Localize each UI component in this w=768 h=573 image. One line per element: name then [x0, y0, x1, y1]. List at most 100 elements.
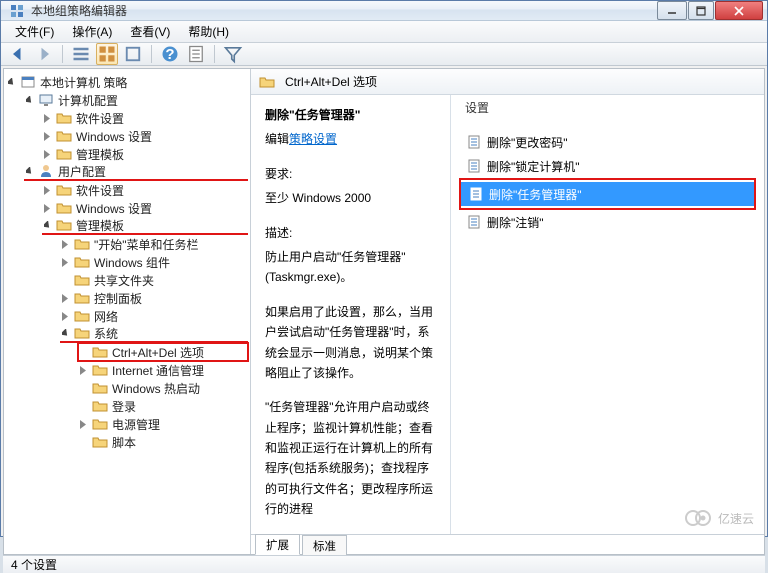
tree-root[interactable]: 本地计算机 策略: [6, 73, 248, 91]
expand-icon[interactable]: [42, 130, 54, 142]
menu-action[interactable]: 操作(A): [64, 21, 120, 42]
list-column-header[interactable]: 设置: [451, 95, 764, 122]
setting-icon: [467, 215, 481, 229]
expand-icon[interactable]: [60, 292, 72, 304]
menu-help[interactable]: 帮助(H): [180, 21, 237, 42]
list-view-button[interactable]: [96, 43, 118, 65]
expand-icon[interactable]: [42, 148, 54, 160]
folder-icon: [74, 308, 90, 324]
folder-icon: [74, 325, 90, 341]
tree-admin-templates[interactable]: 管理模板: [42, 217, 248, 235]
tree-item[interactable]: "开始"菜单和任务栏: [60, 235, 248, 253]
expand-icon[interactable]: [78, 364, 90, 376]
tree-computer-config[interactable]: 计算机配置: [24, 91, 248, 109]
expand-icon[interactable]: [24, 165, 36, 177]
details-view-button[interactable]: [70, 43, 92, 65]
tree-ctrlaltdel[interactable]: Ctrl+Alt+Del 选项: [78, 343, 248, 361]
back-button[interactable]: [7, 43, 29, 65]
tree-item[interactable]: 管理模板: [42, 145, 248, 163]
tree-item[interactable]: 控制面板: [60, 289, 248, 307]
tree-item[interactable]: 电源管理: [78, 415, 248, 433]
user-icon: [38, 163, 54, 179]
list-item[interactable]: 删除"注销": [459, 210, 756, 234]
expand-icon[interactable]: [60, 327, 72, 339]
tree-item[interactable]: Internet 通信管理: [78, 361, 248, 379]
properties-button[interactable]: [185, 43, 207, 65]
folder-icon: [259, 74, 275, 90]
expand-icon[interactable]: [42, 112, 54, 124]
expand-icon[interactable]: [78, 418, 90, 430]
tree-item[interactable]: Windows 热启动: [78, 379, 248, 397]
right-pane: Ctrl+Alt+Del 选项 删除"任务管理器" 编辑策略设置 要求: 至少 …: [251, 69, 764, 554]
menu-file[interactable]: 文件(F): [7, 21, 62, 42]
toolbar: ?: [1, 43, 767, 66]
description-text: 防止用户启动"任务管理器"(Taskmgr.exe)。: [265, 247, 436, 288]
tree-pane[interactable]: 本地计算机 策略 计算机配置 软件设置 Windows 设置: [4, 69, 251, 554]
settings-list[interactable]: 删除"更改密码" 删除"锁定计算机" 删除"任务管理器" 删除"注销": [451, 122, 764, 534]
list-item[interactable]: 删除"锁定计算机": [459, 154, 756, 178]
edit-policy-link[interactable]: 策略设置: [289, 132, 337, 146]
tree-item[interactable]: Windows 组件: [60, 253, 248, 271]
tree-item[interactable]: Windows 设置: [42, 199, 248, 217]
folder-icon: [74, 272, 90, 288]
expand-icon[interactable]: [42, 184, 54, 196]
tree-item[interactable]: 登录: [78, 397, 248, 415]
tree-item[interactable]: 网络: [60, 307, 248, 325]
filter-button[interactable]: [222, 43, 244, 65]
setting-title: 删除"任务管理器": [265, 105, 436, 125]
tree-item[interactable]: 脚本: [78, 433, 248, 451]
tree-item[interactable]: 软件设置: [42, 109, 248, 127]
folder-icon: [56, 110, 72, 126]
watermark: 亿速云: [684, 509, 754, 527]
expand-icon[interactable]: [6, 76, 18, 88]
expand-icon[interactable]: [60, 310, 72, 322]
titlebar: 本地组策略编辑器: [1, 1, 767, 21]
statusbar: 4 个设置: [3, 555, 765, 573]
content-header: Ctrl+Alt+Del 选项: [251, 69, 764, 95]
menu-view[interactable]: 查看(V): [122, 21, 178, 42]
description-text: "任务管理器"允许用户启动或终止程序；监视计算机性能；查看和监视正运行在计算机上…: [265, 397, 436, 519]
status-text: 4 个设置: [11, 556, 57, 573]
edit-label: 编辑: [265, 132, 289, 146]
help-button[interactable]: ?: [159, 43, 181, 65]
svg-text:?: ?: [165, 46, 174, 63]
folder-icon: [92, 362, 108, 378]
close-button[interactable]: [715, 1, 763, 20]
minimize-button[interactable]: [657, 1, 687, 20]
description-label: 描述:: [265, 223, 436, 243]
expand-icon[interactable]: [24, 94, 36, 106]
description-text: 如果启用了此设置，那么，当用户尝试启动"任务管理器"时，系统会显示一则消息，说明…: [265, 302, 436, 384]
app-window: 本地组策略编辑器 文件(F) 操作(A) 查看(V) 帮助(H) ?: [0, 0, 768, 537]
forward-button[interactable]: [33, 43, 55, 65]
content-title: Ctrl+Alt+Del 选项: [285, 73, 377, 90]
folder-icon: [92, 380, 108, 396]
setting-icon: [469, 187, 483, 201]
folder-icon: [92, 344, 108, 360]
icons-view-button[interactable]: [122, 43, 144, 65]
window-title: 本地组策略编辑器: [31, 2, 657, 19]
folder-icon: [56, 200, 72, 216]
requirement-value: 至少 Windows 2000: [265, 188, 436, 208]
folder-icon: [56, 146, 72, 162]
folder-icon: [74, 254, 90, 270]
description-pane: 删除"任务管理器" 编辑策略设置 要求: 至少 Windows 2000 描述:…: [251, 95, 451, 534]
window-buttons: [657, 1, 763, 20]
tree-user-config[interactable]: 用户配置: [24, 163, 248, 181]
folder-icon: [56, 182, 72, 198]
computer-icon: [38, 92, 54, 108]
maximize-button[interactable]: [688, 1, 714, 20]
menubar: 文件(F) 操作(A) 查看(V) 帮助(H): [1, 21, 767, 43]
tree-system[interactable]: 系统: [60, 325, 248, 343]
tree-item[interactable]: 共享文件夹: [60, 271, 248, 289]
list-item-selected[interactable]: 删除"任务管理器": [461, 182, 754, 206]
folder-icon: [92, 416, 108, 432]
list-item[interactable]: 删除"更改密码": [459, 130, 756, 154]
tab-standard[interactable]: 标准: [302, 535, 347, 555]
tree-item[interactable]: 软件设置: [42, 181, 248, 199]
expand-icon[interactable]: [42, 219, 54, 231]
expand-icon[interactable]: [60, 256, 72, 268]
expand-icon[interactable]: [42, 202, 54, 214]
expand-icon[interactable]: [60, 238, 72, 250]
app-icon: [9, 3, 25, 19]
tree-item[interactable]: Windows 设置: [42, 127, 248, 145]
